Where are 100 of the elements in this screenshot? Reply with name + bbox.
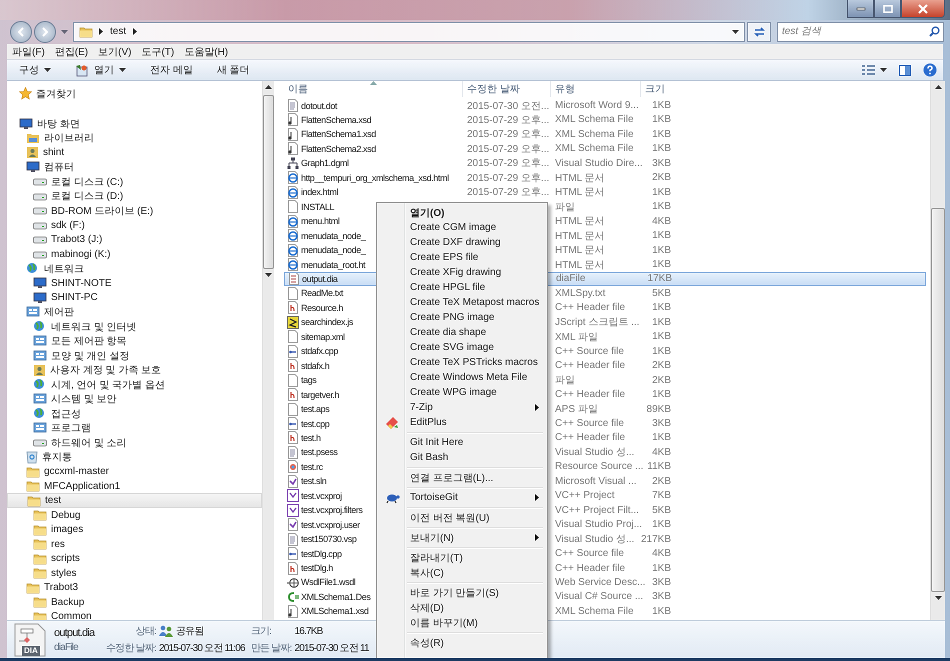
file-name[interactable]: sitemap.xml (301, 332, 345, 342)
menu-item[interactable]: TortoiseGit (379, 490, 545, 505)
menu-item[interactable]: Create CGM image (379, 220, 545, 235)
file-name[interactable]: test.h (301, 432, 321, 443)
file-name[interactable]: XMLSchema1.Des (301, 592, 370, 602)
menu-item[interactable]: Create WPG image (379, 385, 545, 400)
nav-item[interactable]: 네트워크 (7, 261, 262, 276)
nav-item[interactable]: 제어판 (7, 304, 262, 320)
nav-item[interactable]: 바탕 화면 (7, 116, 262, 131)
nav-item[interactable]: 컴퓨터 (7, 160, 262, 174)
back-button[interactable] (10, 20, 32, 43)
nav-item[interactable]: SHINT-NOTE (7, 276, 262, 290)
file-name[interactable]: stdafx.h (301, 360, 330, 371)
menu-item[interactable]: Create dia shape (379, 325, 545, 340)
menu-item[interactable]: 열기(O) (379, 205, 545, 220)
file-name[interactable]: menudata_node_ (301, 245, 366, 256)
forward-button[interactable] (34, 20, 56, 43)
menu-item[interactable]: 이전 버전 복원(U) (379, 510, 545, 525)
caret-icon[interactable] (61, 30, 68, 34)
file-name[interactable]: Graph1.dgml (301, 158, 349, 168)
file-name[interactable]: XMLSchema1.xsd (301, 606, 368, 616)
toolbar-button[interactable]: 새 폴더 (204, 61, 262, 80)
menu-item[interactable]: EditPlus (379, 415, 545, 430)
menu-item[interactable]: Create DXF drawing (379, 235, 545, 250)
nav-item[interactable]: 시스템 및 보안 (7, 392, 262, 406)
menu-item[interactable]: Create PNG image (379, 310, 545, 325)
nav-item[interactable]: Debug (7, 508, 262, 522)
menu-item[interactable]: 보기(V) (93, 44, 136, 59)
file-name[interactable]: WsdlFile1.wsdl (301, 577, 356, 588)
menu-item[interactable]: 도구(T) (136, 44, 180, 59)
nav-item[interactable]: 로컬 디스크 (C:) (7, 174, 262, 189)
toolbar-button[interactable]: 열기 (63, 61, 138, 80)
file-name[interactable]: test.sln (301, 476, 326, 486)
menu-item[interactable]: 이름 바꾸기(M) (379, 615, 545, 630)
address-bar[interactable]: test (73, 22, 745, 42)
file-name[interactable]: testDlg.cpp (301, 548, 342, 559)
refresh-button[interactable] (747, 22, 771, 42)
nav-item[interactable]: 프로그램 (7, 420, 262, 436)
file-name[interactable]: test.aps (301, 404, 330, 414)
nav-item[interactable]: shint (7, 145, 262, 160)
menu-item[interactable]: Git Init Here (379, 435, 545, 450)
menu-item[interactable]: 도움말(H) (179, 44, 234, 59)
nav-item[interactable]: scripts (7, 551, 262, 566)
nav-item[interactable]: 라이브러리 (7, 130, 262, 146)
nav-item[interactable]: 접근성 (7, 406, 262, 421)
scroll-thumb[interactable] (263, 95, 274, 270)
file-name[interactable]: testDlg.h (301, 563, 333, 574)
file-name[interactable]: menu.html (301, 216, 340, 226)
file-name[interactable]: dotout.dot (301, 100, 338, 111)
nav-item[interactable]: Trabot3 (7, 580, 262, 595)
toolbar-button[interactable]: 구성 (7, 61, 63, 80)
menu-item[interactable]: Create HPGL file (379, 280, 545, 295)
menu-item[interactable]: Create SVG image (379, 340, 545, 355)
file-name[interactable]: FlattenSchema2.xsd (301, 144, 376, 154)
nav-item[interactable]: images (7, 522, 262, 537)
nav-item[interactable]: BD-ROM 드라이브 (E:) (7, 203, 262, 218)
menu-item[interactable]: 보내기(N) (379, 530, 545, 545)
column-header[interactable]: 이름 (284, 81, 463, 98)
scroll-down-icon[interactable] (265, 273, 272, 278)
menu-item[interactable]: Create EPS file (379, 250, 545, 265)
nav-item[interactable]: MFCApplication1 (7, 478, 262, 494)
menu-item[interactable]: 7-Zip (379, 400, 545, 415)
scroll-up-icon[interactable] (265, 85, 272, 90)
nav-item[interactable]: 즐겨찾기 (7, 86, 262, 101)
menu-item[interactable]: 잘라내기(T) (379, 550, 545, 565)
maximize-button[interactable] (874, 0, 901, 18)
nav-item[interactable]: 시계, 언어 및 국가별 옵션 (7, 377, 262, 392)
file-name[interactable]: FlattenSchema.xsd (301, 114, 372, 125)
nav-item[interactable]: res (7, 536, 262, 552)
menu-item[interactable]: 속성(R) (379, 635, 545, 650)
file-name[interactable]: INSTALL (301, 202, 334, 212)
nav-item[interactable]: 네트워크 및 인터넷 (7, 319, 262, 334)
nav-item[interactable]: sdk (F:) (7, 218, 262, 232)
file-name[interactable]: test.vcxproj (301, 490, 342, 501)
file-name[interactable]: stdafx.cpp (301, 346, 338, 356)
nav-item[interactable]: mabinogi (K:) (7, 246, 262, 262)
minimize-button[interactable] (847, 0, 874, 18)
file-name[interactable]: output.dia (302, 274, 338, 284)
close-button[interactable] (901, 0, 945, 18)
scrollbar[interactable] (930, 81, 945, 620)
file-name[interactable]: test.cpp (301, 418, 330, 428)
nav-item[interactable]: 휴지통 (7, 450, 262, 464)
column-header[interactable]: 크기 (641, 81, 685, 98)
file-name[interactable]: test.vcxproj.user (301, 520, 360, 530)
toolbar-button[interactable]: 전자 메일 (138, 61, 205, 80)
menu-item[interactable]: Git Bash (379, 450, 545, 465)
file-name[interactable]: test.psess (301, 447, 338, 458)
nav-item[interactable]: 사용자 계정 및 가족 보호 (7, 362, 262, 378)
nav-item[interactable]: test (7, 493, 262, 508)
file-name[interactable]: test.vcxproj.filters (301, 505, 363, 516)
search-field[interactable]: test 검색 (777, 22, 944, 42)
scroll-down-icon[interactable] (934, 596, 942, 600)
nav-item[interactable]: 모든 제어판 항목 (7, 334, 262, 348)
file-name[interactable]: ReadMe.txt (301, 288, 344, 298)
nav-item[interactable]: gccxml-master (7, 464, 262, 479)
column-header[interactable]: 수정한 날짜 (463, 81, 551, 98)
file-name[interactable]: targetver.h (301, 390, 340, 400)
menu-item[interactable]: 바로 가기 만들기(S) (379, 585, 545, 600)
menu-item[interactable]: Create TeX Metapost macros (379, 295, 545, 310)
file-name[interactable]: menudata_node_ (301, 230, 366, 241)
